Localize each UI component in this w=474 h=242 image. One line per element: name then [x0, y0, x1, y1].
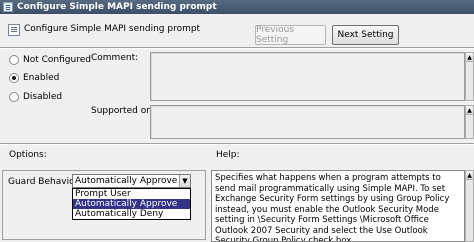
scroll-up-icon[interactable]: ▲ — [466, 106, 473, 115]
radio-label: Not Configured — [23, 55, 91, 65]
comment-scrollbar[interactable]: ▲ — [465, 52, 474, 101]
header-divider — [0, 47, 474, 49]
window-title: Configure Simple MAPI sending prompt — [17, 2, 217, 12]
dropdown-option-automatically-approve[interactable]: Automatically Approve — [73, 199, 190, 209]
options-label: Options: — [9, 150, 47, 160]
help-text: Specifies what happens when a program at… — [211, 170, 465, 242]
dropdown-option-prompt-user[interactable]: Prompt User — [73, 189, 190, 199]
chevron-down-icon[interactable]: ▼ — [179, 175, 190, 187]
setting-name: Configure Simple MAPI sending prompt — [24, 24, 201, 34]
guard-behavior-label: Guard Behavior: — [8, 177, 82, 187]
radio-enabled[interactable]: Enabled — [9, 73, 59, 83]
select-value: Automatically Approve — [75, 176, 178, 186]
supported-on-label: Supported on: — [91, 106, 155, 116]
dropdown-option-automatically-deny[interactable]: Automatically Deny — [73, 209, 190, 219]
radio-label: Enabled — [23, 73, 60, 83]
guard-behavior-dropdown[interactable]: Prompt User Automatically Approve Automa… — [72, 188, 191, 220]
radio-not-configured[interactable]: Not Configured — [9, 55, 91, 65]
radio-button-selected[interactable] — [9, 73, 19, 83]
comment-field[interactable] — [150, 52, 465, 101]
radio-button[interactable] — [9, 92, 19, 102]
radio-button[interactable] — [9, 55, 19, 65]
previous-setting-button[interactable]: Previous Setting — [255, 25, 326, 45]
supported-on-field — [150, 105, 465, 139]
help-scrollbar[interactable]: ▲ — [465, 170, 474, 242]
section-divider — [0, 143, 474, 145]
radio-disabled[interactable]: Disabled — [9, 92, 62, 102]
policy-icon — [3, 2, 13, 12]
scroll-up-icon[interactable]: ▲ — [466, 53, 473, 62]
guard-behavior-select[interactable]: Automatically Approve ▼ — [72, 174, 191, 188]
supported-on-scrollbar[interactable]: ▲ — [465, 105, 474, 139]
help-label: Help: — [216, 150, 240, 160]
title-bar: Configure Simple MAPI sending prompt — [0, 0, 474, 14]
setting-icon — [8, 24, 20, 36]
next-setting-button[interactable]: Next Setting — [332, 25, 399, 45]
comment-label: Comment: — [91, 53, 139, 63]
radio-label: Disabled — [23, 92, 63, 102]
scroll-up-icon[interactable]: ▲ — [466, 171, 473, 180]
